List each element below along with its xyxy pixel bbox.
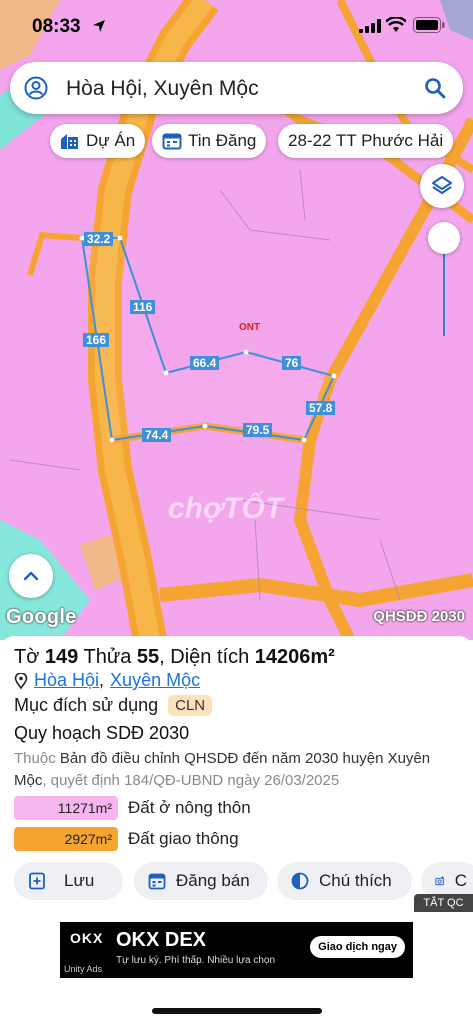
close-ad-button[interactable]: TẮT QC xyxy=(414,894,473,912)
district-link[interactable]: Xuyên Mộc xyxy=(110,670,200,691)
ad-area: OKX OKX DEX Tự lưu ký. Phí thấp. Nhiều l… xyxy=(0,912,473,1024)
legend-area: 11271m² xyxy=(14,796,118,820)
layers-icon xyxy=(432,176,452,194)
home-indicator[interactable] xyxy=(152,1008,322,1014)
sheet-label: Tờ xyxy=(14,646,40,668)
bookmark-add-icon xyxy=(29,872,45,890)
ad-subtitle: Tự lưu ký. Phí thấp. Nhiều lựa chọn xyxy=(116,955,276,966)
desc-suffix: , quyết định 184/QĐ-UBND ngày 26/03/2025 xyxy=(42,772,340,789)
sheet-number: 149 xyxy=(44,646,79,668)
location-line: Hòa Hội, Xuyên Mộc xyxy=(14,670,200,691)
opacity-slider-track[interactable] xyxy=(443,240,445,336)
zone-label: ONT xyxy=(239,322,261,333)
area-value: 14206m² xyxy=(254,646,335,668)
area-label: Diện tích xyxy=(170,646,250,668)
search-icon[interactable] xyxy=(423,76,447,100)
layers-button[interactable] xyxy=(420,164,464,208)
purpose-label: Mục đích sử dụng xyxy=(14,695,159,715)
camera-button-label: C xyxy=(454,871,467,890)
layer-label: QHSDĐ 2030 xyxy=(373,608,465,625)
map-pin-icon xyxy=(14,672,28,689)
save-button-label: Lưu xyxy=(64,871,95,890)
add-photo-icon xyxy=(435,876,444,886)
edge-label: 166 xyxy=(83,333,110,347)
purpose-badge: CLN xyxy=(168,695,213,716)
ad-title: OKX DEX xyxy=(116,929,207,951)
plan-description: Thuộc Bản đồ điều chỉnh QHSDĐ đến năm 20… xyxy=(14,748,464,792)
wifi-icon xyxy=(386,17,406,32)
chip-listings[interactable]: Tin Đăng xyxy=(152,124,267,158)
expand-button[interactable] xyxy=(9,554,53,598)
search-input[interactable]: Hòa Hội, Xuyên Mộc xyxy=(66,77,259,101)
edge-label: 79.5 xyxy=(243,423,273,437)
parcel-info-panel: Tờ 149 Thửa 55, Diện tích 14206m² Hòa Hộ… xyxy=(0,636,473,912)
legend-item: 2927m² Đất giao thông xyxy=(14,827,239,851)
watermark: chợTỐT xyxy=(168,492,284,525)
opacity-slider-knob[interactable] xyxy=(428,222,460,254)
commune-link[interactable]: Hòa Hội xyxy=(34,670,99,691)
location-arrow-icon xyxy=(93,20,105,32)
purpose-line: Mục đích sử dụng CLN xyxy=(14,695,213,716)
legend-area: 2927m² xyxy=(14,827,118,851)
calendar-icon xyxy=(162,133,182,150)
edge-label: 66.4 xyxy=(190,356,220,370)
chip-project[interactable]: Dự Án xyxy=(50,124,146,158)
edge-label: 116 xyxy=(130,300,156,314)
calendar-icon xyxy=(148,873,166,890)
legend-label: Đất ở nông thôn xyxy=(128,798,251,817)
post-sale-button-label: Đăng bán xyxy=(176,871,250,890)
chip-listings-label: Tin Đăng xyxy=(188,131,257,150)
post-sale-button[interactable]: Đăng bán xyxy=(134,862,268,900)
status-time: 08:33 xyxy=(32,16,81,37)
battery-icon xyxy=(413,17,445,33)
edge-label: 76 xyxy=(282,356,302,370)
plan-title: Quy hoạch SDĐ 2030 xyxy=(14,723,190,743)
parcel-title: Tờ 149 Thửa 55, Diện tích 14206m² xyxy=(14,646,335,668)
edge-label: 74.4 xyxy=(142,428,172,442)
chip-project-label: Dự Án xyxy=(86,131,136,150)
plot-number: 55 xyxy=(136,646,160,668)
legend-notes-button-label: Chú thích xyxy=(319,871,392,890)
save-button[interactable]: Lưu xyxy=(14,862,123,900)
legend-label: Đất giao thông xyxy=(128,829,239,848)
chip-parcel-label: 28-22 TT Phước Hải xyxy=(288,131,444,150)
chevron-up-icon xyxy=(23,571,39,581)
status-bar: 08:33 xyxy=(0,0,473,52)
legend-item: 11271m² Đất ở nông thôn xyxy=(14,796,251,820)
ad-logo: OKX xyxy=(70,930,104,946)
plot-label: Thửa xyxy=(83,646,132,668)
contrast-icon xyxy=(291,872,309,890)
map-view[interactable]: 32.2 116 166 66.4 76 57.8 74.4 79.5 ONT … xyxy=(0,0,473,640)
chip-parcel[interactable]: 28-22 TT Phước Hải xyxy=(278,124,454,158)
search-bar[interactable]: Hòa Hội, Xuyên Mộc xyxy=(10,62,463,114)
google-logo: Google xyxy=(6,606,77,628)
ad-network-label: Unity Ads xyxy=(64,964,103,974)
edge-label: 57.8 xyxy=(306,401,336,415)
desc-prefix: Thuộc xyxy=(14,750,56,767)
legend-notes-button[interactable]: Chú thích xyxy=(277,862,412,900)
account-icon[interactable] xyxy=(24,76,48,100)
signal-icon xyxy=(359,19,381,33)
ad-cta-button[interactable]: Giao dịch ngay xyxy=(310,936,405,958)
ad-banner[interactable]: OKX OKX DEX Tự lưu ký. Phí thấp. Nhiều l… xyxy=(60,922,413,978)
edge-label: 32.2 xyxy=(84,232,114,246)
building-icon xyxy=(61,134,78,149)
